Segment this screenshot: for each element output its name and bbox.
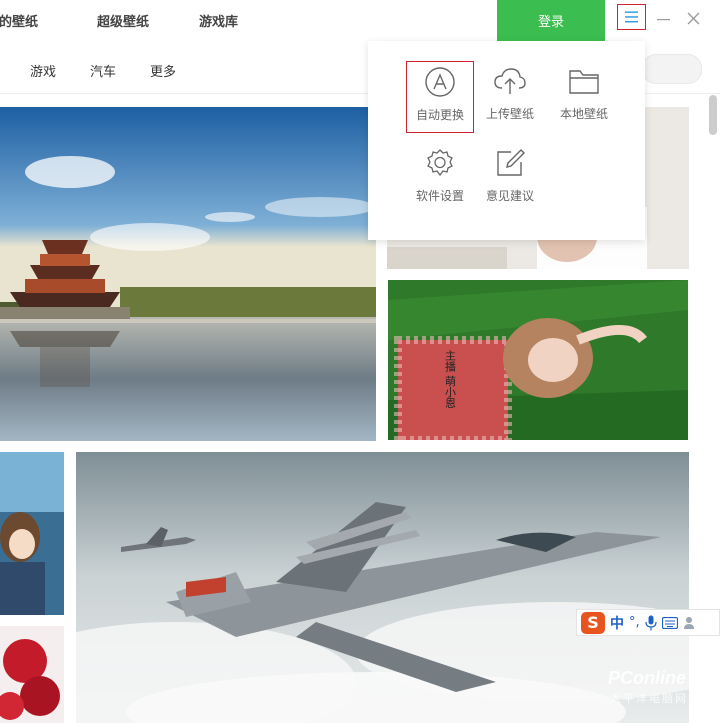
punctuation-icon[interactable]: °, bbox=[629, 615, 640, 630]
wallpaper-girl-grass[interactable]: 主播 萌小恩 bbox=[388, 280, 688, 440]
menu-item-label: 本地壁纸 bbox=[559, 107, 608, 121]
watermark-sub: 太平洋电脑网 bbox=[610, 692, 688, 705]
microphone-icon[interactable] bbox=[645, 615, 657, 631]
user-icon[interactable] bbox=[683, 616, 697, 630]
wallpaper-fighter-jet[interactable] bbox=[76, 452, 689, 723]
menu-item-label: 意见建议 bbox=[485, 189, 534, 203]
menu-item-label: 自动更换 bbox=[415, 108, 464, 122]
menu-item-settings[interactable]: 软件设置 bbox=[406, 143, 474, 215]
edit-icon bbox=[497, 149, 525, 176]
wallpaper-roses[interactable] bbox=[0, 626, 64, 723]
menu-button[interactable] bbox=[617, 4, 646, 30]
login-button[interactable]: 登录 bbox=[497, 0, 605, 41]
menu-item-auto-change[interactable]: 自动更换 bbox=[406, 61, 474, 133]
sogou-logo-icon[interactable]: S bbox=[581, 611, 605, 634]
close-icon[interactable] bbox=[687, 11, 700, 29]
menu-item-upload[interactable]: 上传壁纸 bbox=[476, 61, 544, 133]
menu-item-label: 上传壁纸 bbox=[485, 107, 534, 121]
tab-game-library[interactable]: 游戏库 bbox=[199, 11, 238, 30]
scrollbar[interactable] bbox=[709, 95, 717, 135]
auto-change-icon bbox=[425, 67, 455, 97]
hamburger-icon bbox=[625, 11, 638, 23]
cloud-upload-icon bbox=[494, 68, 526, 94]
tab-my-wallpapers[interactable]: 我的壁纸 bbox=[0, 11, 38, 30]
tab-super-wallpapers[interactable]: 超级壁纸 bbox=[97, 11, 149, 30]
top-bar: 我的壁纸 超级壁纸 游戏库 登录 bbox=[0, 0, 720, 41]
main-menu-dropdown: 自动更换 上传壁纸 本地壁纸 软件设置 意见建议 bbox=[368, 41, 645, 240]
keyboard-icon[interactable] bbox=[661, 616, 678, 629]
search-input[interactable] bbox=[642, 54, 702, 84]
wallpaper-anime[interactable] bbox=[0, 452, 64, 615]
folder-icon bbox=[569, 70, 599, 94]
category-more[interactable]: 更多 bbox=[150, 61, 176, 80]
menu-item-local[interactable]: 本地壁纸 bbox=[550, 61, 618, 133]
wallpaper-forbidden-city[interactable] bbox=[0, 107, 376, 441]
menu-item-feedback[interactable]: 意见建议 bbox=[476, 143, 544, 215]
minimize-icon[interactable] bbox=[657, 7, 670, 25]
portrait-caption: 主播 萌小恩 bbox=[444, 350, 457, 409]
category-cars[interactable]: 汽车 bbox=[90, 61, 116, 80]
gear-icon bbox=[427, 149, 453, 177]
ime-mode-toggle[interactable]: 中 bbox=[610, 613, 624, 633]
watermark-brand: PConline bbox=[608, 668, 687, 688]
category-games[interactable]: 游戏 bbox=[30, 61, 56, 80]
menu-item-label: 软件设置 bbox=[415, 189, 464, 203]
ime-toolbar: S 中 °, bbox=[576, 609, 720, 636]
